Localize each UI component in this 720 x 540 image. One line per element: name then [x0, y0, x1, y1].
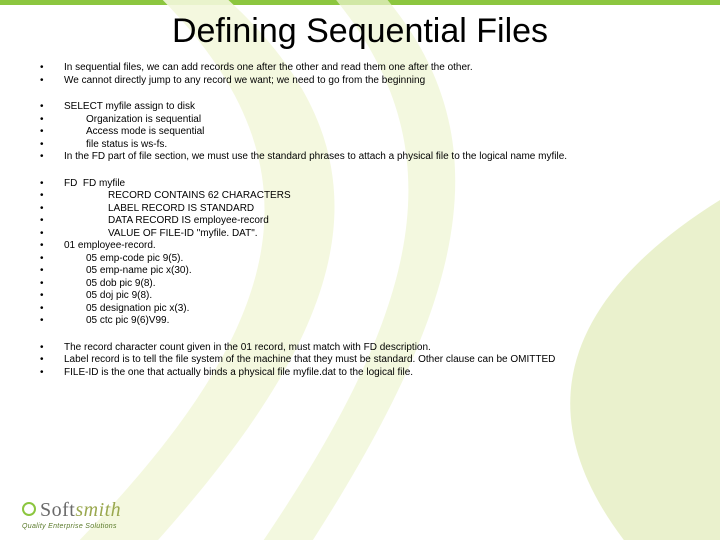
logo-circle-icon [22, 502, 36, 516]
bullet-glyph: • [38, 354, 64, 367]
bullet-text: RECORD CONTAINS 62 CHARACTERS [64, 190, 690, 203]
bullet-glyph: • [38, 253, 64, 266]
slide-title: Defining Sequential Files [0, 12, 720, 51]
bullet-line: •Access mode is sequential [38, 126, 690, 139]
logo-text: Softsmith [22, 499, 121, 522]
bullet-glyph: • [38, 315, 64, 328]
bullet-line: •05 emp-code pic 9(5). [38, 253, 690, 266]
bullet-line: •LABEL RECORD IS STANDARD [38, 203, 690, 216]
bullet-glyph: • [38, 75, 64, 88]
bullet-text: 05 emp-name pic x(30). [64, 265, 690, 278]
bullet-line: •05 emp-name pic x(30). [38, 265, 690, 278]
slide-body: •In sequential files, we can add records… [38, 62, 690, 393]
bullet-glyph: • [38, 178, 64, 191]
bullet-line: •FILE-ID is the one that actually binds … [38, 367, 690, 380]
bullet-line: •FD FD myfile [38, 178, 690, 191]
bullet-line: •VALUE OF FILE-ID "myfile. DAT". [38, 228, 690, 241]
bullet-group: •In sequential files, we can add records… [38, 62, 690, 87]
top-accent-bar [0, 0, 720, 5]
bullet-group: •The record character count given in the… [38, 342, 690, 380]
bullet-glyph: • [38, 290, 64, 303]
bullet-group: •SELECT myfile assign to disk•Organizati… [38, 101, 690, 164]
bullet-glyph: • [38, 265, 64, 278]
bullet-glyph: • [38, 203, 64, 216]
bullet-text: VALUE OF FILE-ID "myfile. DAT". [64, 228, 690, 241]
bullet-line: •SELECT myfile assign to disk [38, 101, 690, 114]
bullet-text: Organization is sequential [64, 114, 690, 127]
bullet-text: 01 employee-record. [64, 240, 690, 253]
bullet-group: •FD FD myfile•RECORD CONTAINS 62 CHARACT… [38, 178, 690, 328]
bullet-text: 05 doj pic 9(8). [64, 290, 690, 303]
bullet-line: •05 dob pic 9(8). [38, 278, 690, 291]
bullet-glyph: • [38, 215, 64, 228]
bullet-text: The record character count given in the … [64, 342, 690, 355]
slide: Defining Sequential Files •In sequential… [0, 0, 720, 540]
bullet-text: 05 ctc pic 9(6)V99. [64, 315, 690, 328]
bullet-text: file status is ws-fs. [64, 139, 690, 152]
bullet-glyph: • [38, 228, 64, 241]
bullet-line: •DATA RECORD IS employee-record [38, 215, 690, 228]
bullet-line: •05 doj pic 9(8). [38, 290, 690, 303]
bullet-text: Access mode is sequential [64, 126, 690, 139]
bullet-line: •In sequential files, we can add records… [38, 62, 690, 75]
bullet-glyph: • [38, 278, 64, 291]
bullet-line: •We cannot directly jump to any record w… [38, 75, 690, 88]
logo-part-a: Soft [40, 499, 75, 521]
bullet-glyph: • [38, 303, 64, 316]
bullet-text: In sequential files, we can add records … [64, 62, 690, 75]
bullet-line: •Organization is sequential [38, 114, 690, 127]
bullet-text: 05 dob pic 9(8). [64, 278, 690, 291]
bullet-line: •Label record is to tell the file system… [38, 354, 690, 367]
bullet-glyph: • [38, 62, 64, 75]
bullet-line: •RECORD CONTAINS 62 CHARACTERS [38, 190, 690, 203]
bullet-line: •file status is ws-fs. [38, 139, 690, 152]
bullet-text: Label record is to tell the file system … [64, 354, 690, 367]
bullet-text: DATA RECORD IS employee-record [64, 215, 690, 228]
bullet-line: •The record character count given in the… [38, 342, 690, 355]
bullet-text: LABEL RECORD IS STANDARD [64, 203, 690, 216]
bullet-glyph: • [38, 139, 64, 152]
bullet-text: 05 emp-code pic 9(5). [64, 253, 690, 266]
bullet-line: •05 designation pic x(3). [38, 303, 690, 316]
bullet-glyph: • [38, 342, 64, 355]
bullet-line: •01 employee-record. [38, 240, 690, 253]
footer-logo: Softsmith Quality Enterprise Solutions [22, 499, 121, 530]
bullet-text: FD FD myfile [64, 178, 690, 191]
bullet-line: •In the FD part of file section, we must… [38, 151, 690, 164]
bullet-glyph: • [38, 114, 64, 127]
bullet-glyph: • [38, 240, 64, 253]
bullet-glyph: • [38, 101, 64, 114]
bullet-glyph: • [38, 190, 64, 203]
bullet-text: SELECT myfile assign to disk [64, 101, 690, 114]
logo-part-b: smith [75, 499, 121, 521]
bullet-text: We cannot directly jump to any record we… [64, 75, 690, 88]
bullet-text: In the FD part of file section, we must … [64, 151, 690, 164]
bullet-line: •05 ctc pic 9(6)V99. [38, 315, 690, 328]
logo-tagline: Quality Enterprise Solutions [22, 523, 121, 530]
bullet-glyph: • [38, 126, 64, 139]
bullet-text: FILE-ID is the one that actually binds a… [64, 367, 690, 380]
bullet-glyph: • [38, 367, 64, 380]
bullet-glyph: • [38, 151, 64, 164]
bullet-text: 05 designation pic x(3). [64, 303, 690, 316]
